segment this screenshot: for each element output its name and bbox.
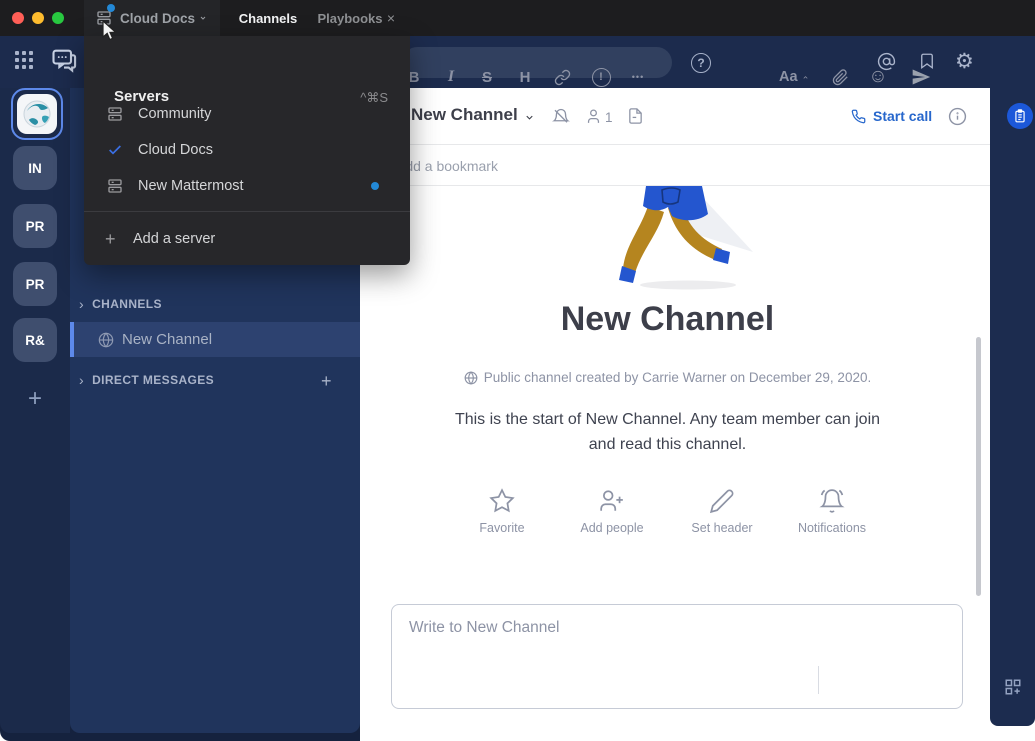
header-divider <box>360 144 995 145</box>
link-icon <box>554 69 571 86</box>
add-server-button[interactable]: + Add a server <box>84 223 410 255</box>
close-window-button[interactable] <box>12 12 24 24</box>
tab-playbooks[interactable]: Playbooks <box>317 0 383 36</box>
team-globe-avatar <box>17 94 57 134</box>
mattermost-window: Cloud Docs Channels Playbooks × ? <box>0 0 1035 741</box>
heading-button[interactable]: H <box>516 64 534 90</box>
message-composer <box>391 604 963 709</box>
servers-dropdown-menu: Servers ^⌘S Community Cloud Docs <box>84 36 410 265</box>
member-count: 1 <box>605 110 613 125</box>
server-name-label: Cloud Docs <box>120 11 195 26</box>
playbooks-app-button[interactable] <box>1007 103 1033 129</box>
tab-channels[interactable]: Channels <box>231 0 305 36</box>
team-item[interactable]: IN <box>13 146 57 190</box>
italic-button[interactable]: I <box>442 64 460 90</box>
link-button[interactable] <box>552 64 572 90</box>
app-bar <box>990 36 1035 726</box>
server-icon <box>106 178 124 194</box>
add-team-button[interactable]: + <box>13 377 57 421</box>
channel-intro-illustration <box>610 186 760 292</box>
paperclip-icon <box>832 69 849 86</box>
chevron-up-icon <box>801 74 810 81</box>
notifications-muted-icon[interactable] <box>552 108 570 126</box>
menu-item-new-mattermost[interactable]: New Mattermost <box>84 170 410 202</box>
bottom-strip <box>360 726 1035 741</box>
chevron-down-icon[interactable] <box>523 112 536 123</box>
attach-file-button[interactable] <box>830 64 850 90</box>
help-icon[interactable]: ? <box>691 53 711 73</box>
menu-item-cloud-docs[interactable]: Cloud Docs <box>84 134 410 166</box>
channel-info-icon[interactable] <box>948 107 967 126</box>
strikethrough-button[interactable]: S <box>478 64 496 90</box>
formatting-toggle-button[interactable]: Aa <box>779 64 810 90</box>
mouse-cursor <box>101 20 119 42</box>
person-plus-icon <box>599 488 625 514</box>
start-call-button[interactable]: Start call <box>851 108 932 124</box>
product-switcher-icon[interactable] <box>12 48 36 72</box>
chevron-right-icon: › <box>79 375 84 385</box>
phone-icon <box>851 109 866 124</box>
server-icon <box>106 106 124 122</box>
chevron-down-icon <box>198 14 208 22</box>
globe-channel-icon <box>464 371 478 385</box>
marketplace-apps-icon[interactable] <box>1004 678 1022 696</box>
set-header-button[interactable]: Set header <box>672 488 772 535</box>
notifications-button[interactable]: Notifications <box>782 488 882 535</box>
add-bookmark-button[interactable]: Add a bookmark <box>396 158 498 174</box>
add-people-button[interactable]: Add people <box>562 488 662 535</box>
emoji-picker-button[interactable]: ☺ <box>867 64 889 90</box>
messages-icon[interactable] <box>50 46 78 74</box>
pinned-files-icon[interactable] <box>627 107 644 125</box>
channel-intro-actions: Favorite Add people Set header <box>452 488 882 535</box>
pencil-icon <box>709 488 735 514</box>
unread-dot <box>371 182 379 190</box>
clipboard-icon <box>1013 109 1027 123</box>
active-channel-indicator <box>70 322 74 357</box>
channel-name-label: New Channel <box>122 331 212 348</box>
server-unread-dot <box>107 4 115 12</box>
priority-button[interactable]: ! <box>591 64 611 90</box>
check-icon <box>106 142 124 158</box>
chevron-right-icon: › <box>79 299 84 309</box>
title-bar: Cloud Docs Channels Playbooks × <box>0 0 1035 36</box>
minimize-window-button[interactable] <box>32 12 44 24</box>
scrollbar[interactable] <box>976 337 981 596</box>
team-item[interactable]: R& <box>13 318 57 362</box>
alert-circle-icon: ! <box>592 68 611 87</box>
toolbar-divider <box>818 666 819 694</box>
menu-item-community[interactable]: Community <box>84 98 410 130</box>
star-icon <box>489 488 515 514</box>
channel-intro-byline: Public channel created by Carrie Warner … <box>360 370 975 385</box>
channel-intro-description: This is the start of New Channel. Any te… <box>450 408 885 458</box>
members-icon[interactable] <box>585 108 602 125</box>
channels-section-header[interactable]: › CHANNELS <box>79 297 162 311</box>
team-item[interactable]: PR <box>13 262 57 306</box>
add-direct-message-button[interactable]: + <box>321 371 332 392</box>
channel-intro-title: New Channel <box>360 300 975 339</box>
send-icon <box>910 67 932 87</box>
favorite-button[interactable]: Favorite <box>452 488 552 535</box>
team-item[interactable]: PR <box>13 204 57 248</box>
settings-gear-icon[interactable]: ⚙ <box>955 49 974 74</box>
more-formatting-button[interactable]: ••• <box>628 64 648 90</box>
direct-messages-section-header[interactable]: › DIRECT MESSAGES <box>79 373 214 387</box>
team-item-active[interactable] <box>11 88 63 140</box>
globe-channel-icon <box>98 332 114 348</box>
bell-icon <box>819 488 845 514</box>
close-tab-icon[interactable]: × <box>383 0 399 36</box>
channel-item-new-channel[interactable]: New Channel <box>70 322 360 357</box>
menu-divider <box>84 211 410 212</box>
channel-title[interactable]: New Channel <box>411 105 518 125</box>
message-input[interactable] <box>407 617 941 657</box>
plus-icon: + <box>105 229 116 250</box>
zoom-window-button[interactable] <box>52 12 64 24</box>
send-message-button[interactable] <box>908 64 934 90</box>
